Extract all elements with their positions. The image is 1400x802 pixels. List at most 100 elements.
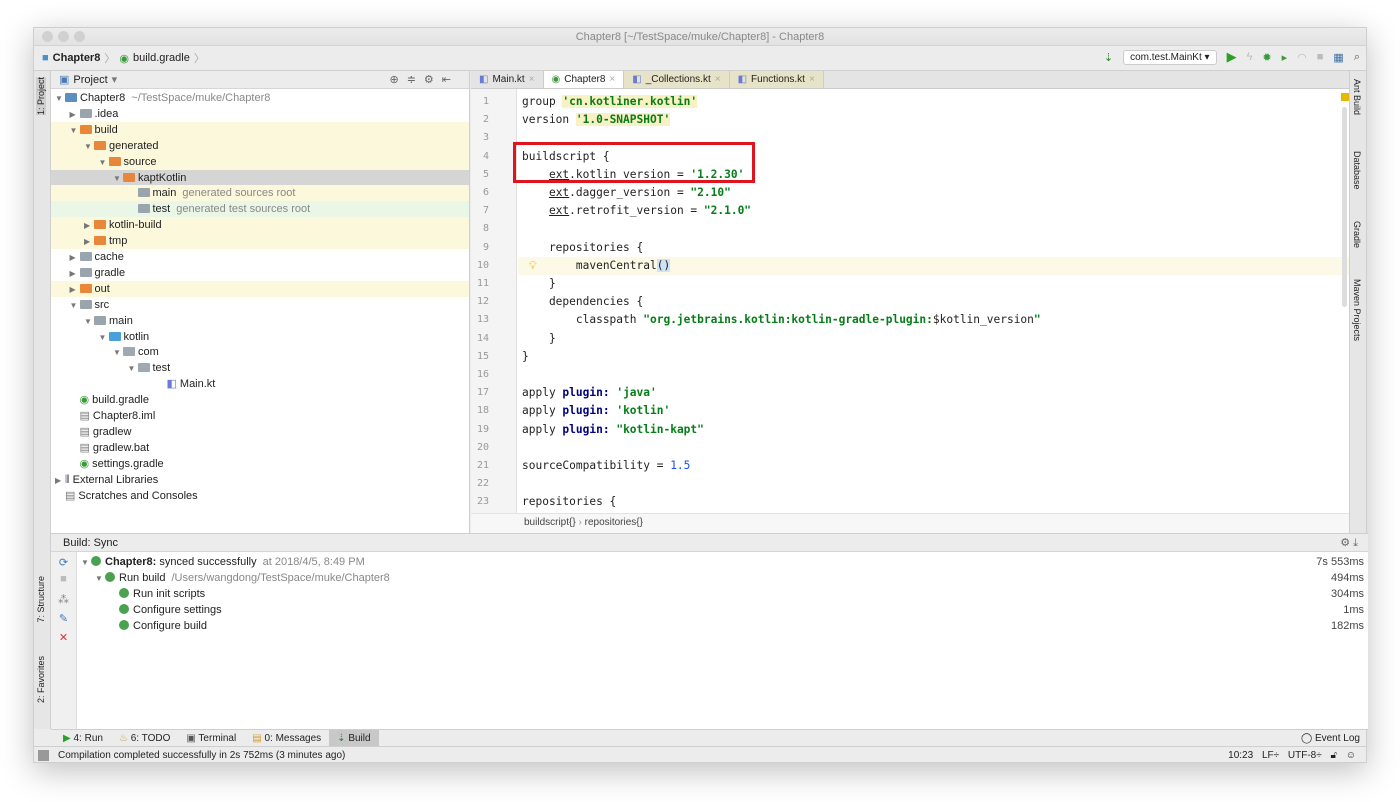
zoom-window-button[interactable] <box>74 31 85 42</box>
tree-item[interactable]: ▶ tmp <box>51 233 469 250</box>
tree-item[interactable]: ▼ Chapter8 ~/TestSpace/muke/Chapter8 <box>51 90 469 106</box>
close-tab-icon[interactable]: × <box>529 71 535 89</box>
tree-item[interactable]: ▼ test <box>51 360 469 376</box>
collapsed-arrow-icon[interactable]: ▶ <box>55 473 65 489</box>
tree-item[interactable]: ▼ src <box>51 297 469 313</box>
tree-item[interactable]: ▶ out <box>51 280 469 298</box>
panel-actions[interactable]: ⊕≑⚙⇤ <box>389 73 459 86</box>
tree-item[interactable]: test generated test sources root <box>51 201 469 218</box>
hotswap-icon[interactable]: ϟ <box>1247 51 1253 63</box>
code-line[interactable]: mavenCentral() <box>522 257 671 275</box>
favorites-tool-button[interactable]: 2: Favorites <box>36 656 46 703</box>
tool-tab[interactable]: ▣ Terminal <box>178 730 244 747</box>
crumb-repositories[interactable]: repositories{} <box>585 517 643 528</box>
tree-item[interactable]: ▼ generated <box>51 137 469 155</box>
toggle-panels-icon[interactable] <box>38 750 49 761</box>
tree-item[interactable]: ▶ kotlin-build <box>51 217 469 234</box>
tree-item[interactable]: ▶ .idea <box>51 106 469 122</box>
run-icon[interactable]: ▶ <box>1227 49 1237 65</box>
tree-item[interactable]: ▶ ⫴ External Libraries <box>51 472 469 488</box>
pin-icon[interactable]: ✎ <box>51 612 76 625</box>
close-tab-icon[interactable]: × <box>809 71 815 89</box>
tree-item[interactable]: ▶ cache <box>51 249 469 265</box>
tree-item[interactable]: ▼ main <box>51 313 469 329</box>
close-window-button[interactable] <box>42 31 53 42</box>
tree-item[interactable]: ▼ build <box>51 121 469 139</box>
coverage-icon[interactable]: ▸ <box>1282 51 1288 64</box>
tree-item[interactable]: ◧ Main.kt <box>51 376 469 392</box>
code-line[interactable]: } <box>522 348 529 366</box>
code-line[interactable]: repositories { <box>522 239 643 257</box>
expanded-arrow-icon[interactable]: ▼ <box>99 155 109 171</box>
build-tree-row[interactable]: Run init scripts 304ms <box>81 586 1364 602</box>
crumb-buildscript[interactable]: buildscript{} <box>524 517 576 528</box>
tool-tab[interactable]: ▶ 4: Run <box>55 730 111 747</box>
line-separator[interactable]: LF÷ <box>1262 750 1279 761</box>
expanded-arrow-icon[interactable]: ▼ <box>95 571 105 587</box>
close-tab-icon[interactable]: × <box>609 71 615 89</box>
intention-bulb-icon[interactable]: 💡︎ <box>529 257 537 275</box>
toggle-view-icon[interactable]: ⁂ <box>51 593 76 606</box>
tree-item[interactable]: ▼ com <box>51 344 469 360</box>
right-tool-button[interactable]: Gradle <box>1352 221 1362 248</box>
code-line[interactable]: version '1.0-SNAPSHOT' <box>522 111 671 129</box>
tree-item[interactable]: ▤ gradlew.bat <box>51 440 469 456</box>
collapsed-arrow-icon[interactable]: ▶ <box>70 250 80 266</box>
build-tree-row[interactable]: ▼ Chapter8: synced successfully at 2018/4/… <box>81 554 1364 570</box>
code-line[interactable]: repositories { <box>522 493 616 511</box>
expanded-arrow-icon[interactable]: ▼ <box>84 314 94 330</box>
project-view-select[interactable]: Project <box>73 74 107 86</box>
code-line[interactable]: apply plugin: 'kotlin' <box>522 402 670 420</box>
collapsed-arrow-icon[interactable]: ▶ <box>70 282 80 298</box>
tree-item[interactable]: ◉ build.gradle <box>51 392 469 408</box>
code-line[interactable]: classpath "org.jetbrains.kotlin:kotlin-g… <box>522 311 1041 329</box>
build-tree-row[interactable]: Configure build 182ms <box>81 618 1364 634</box>
expanded-arrow-icon[interactable]: ▼ <box>55 91 65 107</box>
code-line[interactable]: sourceCompatibility = 1.5 <box>522 457 690 475</box>
expanded-arrow-icon[interactable]: ▼ <box>128 361 138 377</box>
editor-tab[interactable]: ◧ Main.kt × <box>471 71 544 88</box>
minimize-window-button[interactable] <box>58 31 69 42</box>
expanded-arrow-icon[interactable]: ▼ <box>81 555 91 571</box>
expanded-arrow-icon[interactable]: ▼ <box>113 345 123 361</box>
tree-item[interactable]: main generated sources root <box>51 185 469 202</box>
code-line[interactable]: ext.dagger_version = "2.10" <box>522 184 731 202</box>
tree-item[interactable]: ◉ settings.gradle <box>51 456 469 472</box>
breadcrumb-file[interactable]: build.gradle <box>133 52 190 64</box>
editor-scrollbar[interactable] <box>1342 107 1347 307</box>
tree-item[interactable]: ▤ gradlew <box>51 424 469 440</box>
lock-icon[interactable]: 🔓︎ <box>1331 750 1337 761</box>
code-line[interactable]: ext.retrofit_version = "2.1.0" <box>522 202 751 220</box>
code-line[interactable]: apply plugin: 'java' <box>522 384 657 402</box>
code-line[interactable]: dependencies { <box>522 293 643 311</box>
editor-tab[interactable]: ◧ Functions.kt × <box>729 71 824 89</box>
right-tool-button[interactable]: Maven Projects <box>1352 279 1362 341</box>
collapsed-arrow-icon[interactable]: ▶ <box>70 107 80 123</box>
close-tab-icon[interactable]: × <box>715 71 721 89</box>
editor-tab[interactable]: ◧ _Collections.kt × <box>624 71 730 89</box>
warning-marker[interactable] <box>1341 93 1349 101</box>
sync-icon[interactable]: ⟳ <box>51 556 76 569</box>
stop-icon[interactable]: ■ <box>1317 51 1324 63</box>
expanded-arrow-icon[interactable]: ▼ <box>99 330 109 346</box>
encoding[interactable]: UTF-8÷ <box>1288 750 1322 761</box>
tool-tab[interactable]: ♨ 6: TODO <box>111 730 178 747</box>
expanded-arrow-icon[interactable]: ▼ <box>70 123 80 139</box>
right-tool-button[interactable]: Database <box>1352 151 1362 190</box>
stop-icon[interactable]: ■ <box>51 573 76 585</box>
event-log-button[interactable]: ◯ Event Log <box>1301 733 1368 744</box>
caret-position[interactable]: 10:23 <box>1228 750 1253 761</box>
collapsed-arrow-icon[interactable]: ▶ <box>84 218 94 234</box>
breadcrumb-project[interactable]: Chapter8 <box>53 52 101 64</box>
build-tree-row[interactable]: ▼ Run build/Users/wangdong/TestSpace/muke… <box>81 570 1364 586</box>
tree-item[interactable]: ▶ gradle <box>51 265 469 281</box>
close-icon[interactable]: ✕ <box>51 631 76 644</box>
expanded-arrow-icon[interactable]: ▼ <box>84 139 94 155</box>
code-line[interactable]: } <box>522 275 556 293</box>
code-line[interactable]: group 'cn.kotliner.kotlin' <box>522 93 698 111</box>
tree-item[interactable]: ▼ kaptKotlin <box>51 169 469 186</box>
tree-item[interactable]: ▼ source <box>51 153 469 171</box>
inspector-icon[interactable]: ☺ <box>1346 750 1356 761</box>
project-tool-button[interactable]: 1: Project <box>36 77 46 116</box>
structure-tool-button[interactable]: 7: Structure <box>36 576 46 623</box>
